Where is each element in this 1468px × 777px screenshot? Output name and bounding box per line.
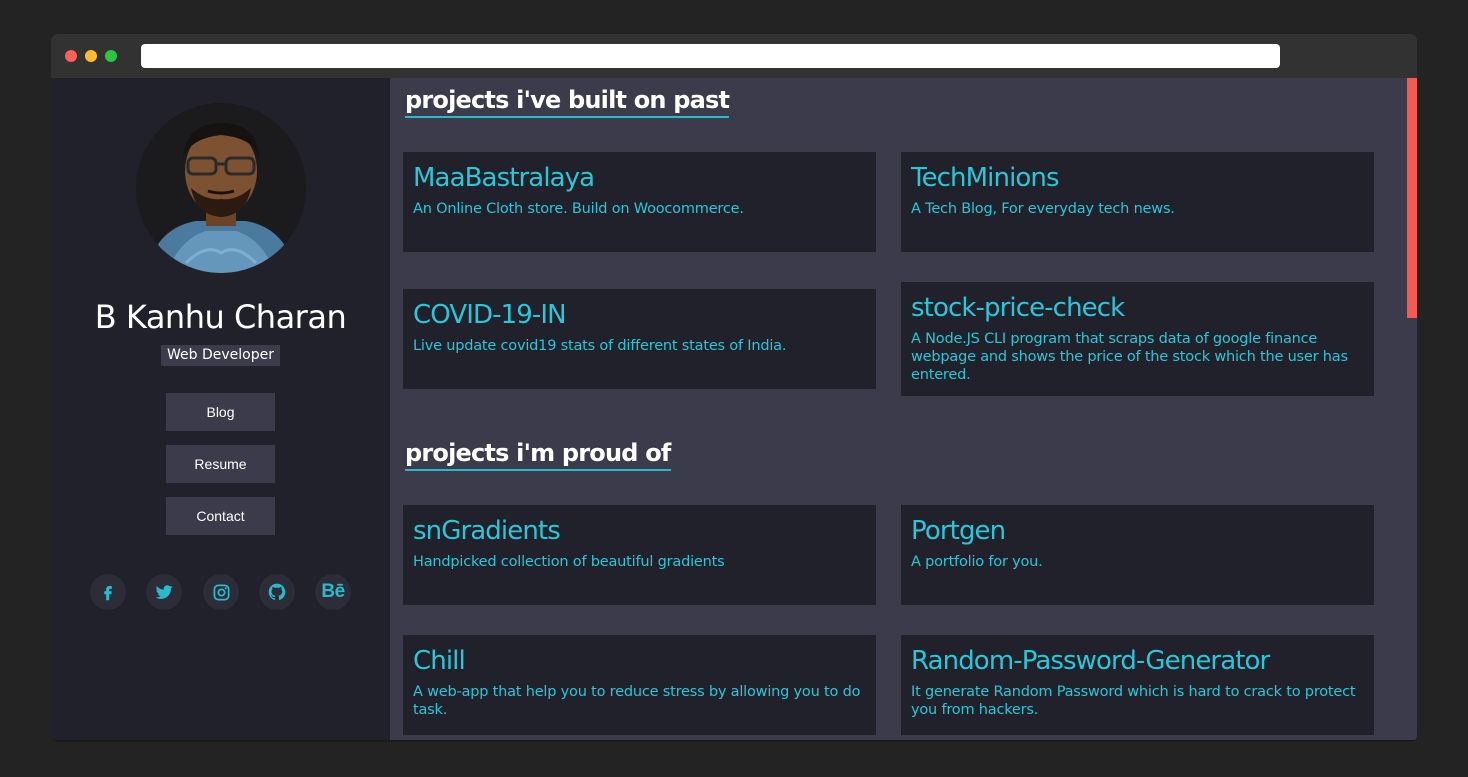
github-link[interactable] xyxy=(259,574,295,610)
section-title-past: projects i've built on past xyxy=(405,86,730,118)
project-description: An Online Cloth store. Build on Woocomme… xyxy=(413,201,744,217)
project-card[interactable]: MaaBastralaya An Online Cloth store. Bui… xyxy=(403,152,876,252)
user-photo-icon xyxy=(136,103,306,273)
project-title: TechMinions xyxy=(911,163,1060,193)
project-title: Random-Password-Generator xyxy=(911,646,1270,676)
project-description: Live update covid19 stats of different s… xyxy=(413,338,787,354)
project-description: A portfolio for you. xyxy=(911,554,1043,570)
twitter-link[interactable] xyxy=(146,574,182,610)
github-icon xyxy=(268,583,286,601)
resume-button[interactable]: Resume xyxy=(166,445,275,483)
page-viewport: B Kanhu Charan Web Developer Blog Resume… xyxy=(51,78,1417,740)
project-title: snGradients xyxy=(413,516,561,546)
project-description: A web-app that help you to reduce stress… xyxy=(413,684,861,718)
project-description: It generate Random Password which is har… xyxy=(911,684,1356,718)
project-description: A Node.JS CLI program that scraps data o… xyxy=(911,331,1348,383)
contact-button[interactable]: Contact xyxy=(166,497,275,535)
instagram-icon xyxy=(213,584,229,600)
browser-window: B Kanhu Charan Web Developer Blog Resume… xyxy=(51,34,1417,742)
blog-button[interactable]: Blog xyxy=(166,393,275,431)
facebook-icon xyxy=(104,586,112,601)
project-title: Chill xyxy=(413,646,466,676)
projects-main: projects i've built on past MaaBastralay… xyxy=(390,78,1407,740)
project-card[interactable]: Chill A web-app that help you to reduce … xyxy=(403,635,876,735)
instagram-link[interactable] xyxy=(203,574,239,610)
project-description: A Tech Blog, For everyday tech news. xyxy=(911,201,1175,217)
minimize-window-dot[interactable] xyxy=(85,50,97,62)
project-description: Handpicked collection of beautiful gradi… xyxy=(413,554,725,570)
project-card[interactable]: Random-Password-Generator It generate Ra… xyxy=(901,635,1374,735)
profile-name: B Kanhu Charan xyxy=(94,298,347,336)
address-bar[interactable] xyxy=(141,44,1280,68)
project-title: Portgen xyxy=(911,516,1006,546)
profile-sidebar: B Kanhu Charan Web Developer Blog Resume… xyxy=(51,78,390,740)
scrollbar-thumb[interactable] xyxy=(1407,78,1417,318)
project-card[interactable]: TechMinions A Tech Blog, For everyday te… xyxy=(901,152,1374,252)
page-scrollbar[interactable] xyxy=(1407,78,1417,740)
facebook-link[interactable] xyxy=(90,574,126,610)
avatar xyxy=(136,103,306,273)
project-title: COVID-19-IN xyxy=(413,300,567,330)
project-card[interactable]: Portgen A portfolio for you. xyxy=(901,505,1374,605)
project-card[interactable]: COVID-19-IN Live update covid19 stats of… xyxy=(403,289,876,389)
close-window-dot[interactable] xyxy=(65,50,77,62)
behance-icon: Bē xyxy=(321,581,345,602)
maximize-window-dot[interactable] xyxy=(105,50,117,62)
project-card[interactable]: stock-price-check A Node.JS CLI program … xyxy=(901,282,1374,396)
section-title-proud: projects i'm proud of xyxy=(405,439,671,471)
behance-link[interactable]: Bē xyxy=(315,574,351,610)
project-title: stock-price-check xyxy=(911,293,1125,323)
twitter-icon xyxy=(155,585,173,599)
project-card[interactable]: snGradients Handpicked collection of bea… xyxy=(403,505,876,605)
browser-titlebar xyxy=(51,34,1417,78)
profile-role-badge: Web Developer xyxy=(161,345,280,366)
project-title: MaaBastralaya xyxy=(413,163,595,193)
